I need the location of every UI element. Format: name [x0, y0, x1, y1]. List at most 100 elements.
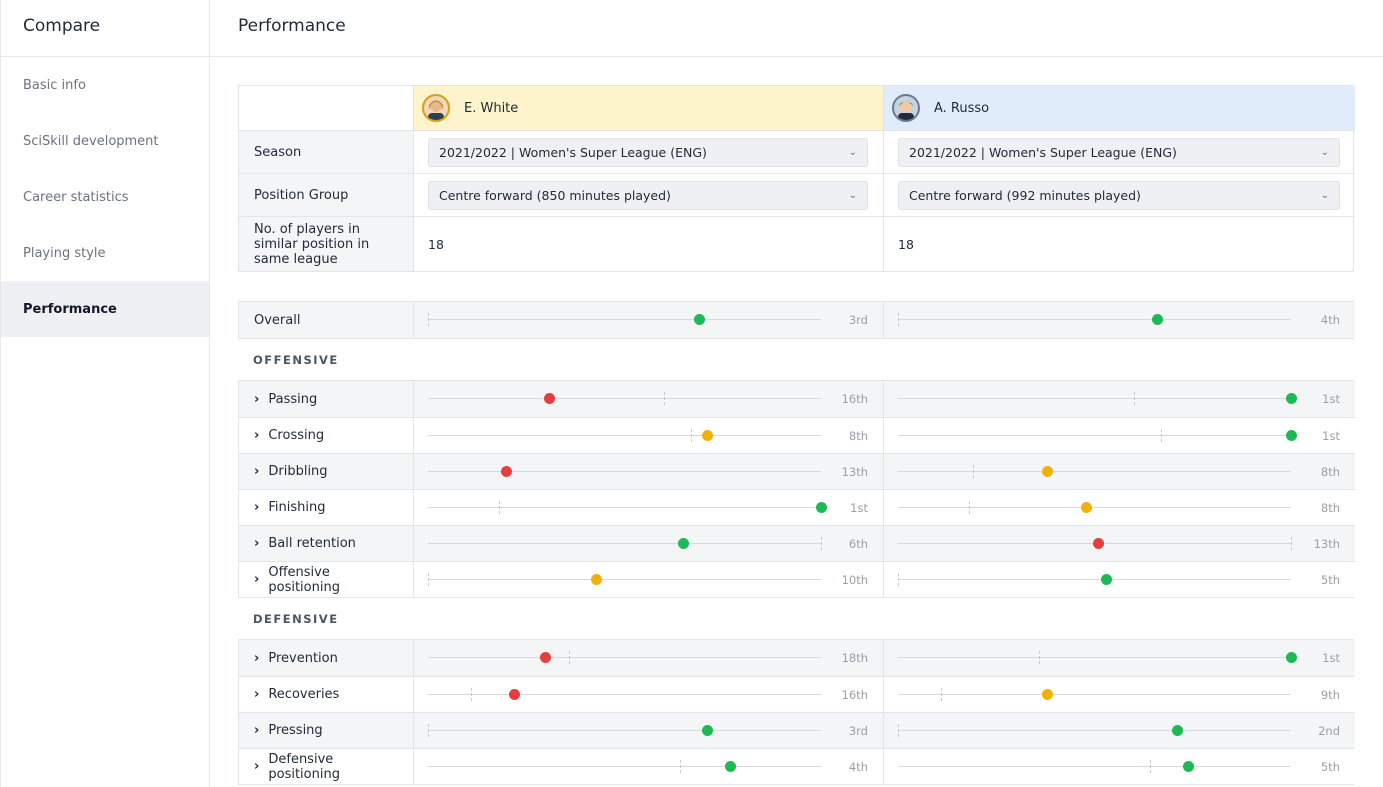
- season-label: Season: [239, 130, 414, 173]
- reference-marker: [1039, 651, 1041, 664]
- reference-marker: [1149, 760, 1151, 773]
- season-value: 2021/2022 | Women's Super League (ENG): [909, 144, 1177, 160]
- percentile-dot: [1041, 689, 1053, 700]
- position-group-value: Centre forward (992 minutes played): [909, 187, 1141, 203]
- reference-marker: [941, 688, 943, 701]
- percentile-track: [428, 730, 821, 731]
- percentile-dot: [1041, 466, 1053, 477]
- player-count-label: No. of players in similar position in sa…: [239, 216, 414, 271]
- percentile-track: [428, 507, 821, 508]
- percentile-dot: [1171, 725, 1183, 736]
- position-group-label: Position Group: [239, 173, 414, 216]
- chevron-right-icon: ›: [254, 428, 260, 443]
- metric-label: Passing: [268, 391, 318, 407]
- sidebar-item-playing-style[interactable]: Playing style: [1, 225, 209, 281]
- rank-label: 3rd: [848, 723, 868, 738]
- percentile-dot: [1081, 502, 1093, 513]
- player-header-2[interactable]: A. Russo: [884, 86, 1355, 130]
- percentile-dot: [1183, 761, 1195, 772]
- metric-row-finishing[interactable]: › Finishing: [239, 489, 414, 525]
- season-value: 2021/2022 | Women's Super League (ENG): [439, 144, 707, 160]
- metric-row-defensive-positioning[interactable]: › Defensive positioning: [239, 748, 414, 784]
- metric-bar-cell: 4th: [414, 748, 884, 784]
- metric-label: Recoveries: [268, 687, 340, 702]
- chevron-down-icon: ⌄: [1320, 146, 1329, 158]
- reference-marker: [1291, 537, 1292, 550]
- metric-bar-cell: 1st: [414, 489, 884, 525]
- offensive-section-title: OFFENSIVE: [253, 352, 339, 367]
- sidebar-item-sciskill-development[interactable]: SciSkill development: [1, 113, 209, 169]
- rank-label: 16th: [841, 391, 868, 406]
- season-select[interactable]: 2021/2022 | Women's Super League (ENG) ⌄: [898, 137, 1340, 167]
- sidebar: Compare Basic info SciSkill development …: [0, 0, 210, 787]
- position-group-select[interactable]: Centre forward (850 minutes played) ⌄: [428, 180, 868, 210]
- percentile-dot: [1285, 430, 1297, 441]
- percentile-dot: [1285, 652, 1297, 663]
- sidebar-item-career-statistics[interactable]: Career statistics: [1, 169, 209, 225]
- chevron-down-icon: ⌄: [1320, 189, 1329, 201]
- reference-marker: [663, 392, 665, 405]
- metric-bar-cell: 16th: [414, 381, 884, 417]
- reference-marker: [1161, 429, 1163, 442]
- sidebar-item-performance[interactable]: Performance: [1, 281, 209, 337]
- metric-bar-cell: 5th: [884, 748, 1355, 784]
- percentile-track: [898, 694, 1291, 695]
- percentile-track: [898, 319, 1291, 320]
- defensive-metrics-table: › Prevention 18th 1st › Recoveries 16th 9th › Pre…: [238, 639, 1355, 785]
- player-name: A. Russo: [934, 100, 990, 116]
- metric-label: Offensive positioning: [268, 564, 340, 595]
- metric-row-recoveries[interactable]: › Recoveries: [239, 676, 414, 712]
- metric-bar-cell: 16th: [414, 676, 884, 712]
- percentile-track: [428, 319, 821, 320]
- percentile-track: [428, 657, 821, 658]
- player-header-1[interactable]: E. White: [414, 86, 884, 130]
- reference-marker: [1133, 392, 1135, 405]
- percentile-dot: [508, 689, 520, 700]
- metric-label: Finishing: [268, 500, 326, 515]
- sidebar-item-basic-info[interactable]: Basic info: [1, 57, 209, 113]
- chevron-right-icon: ›: [254, 572, 260, 587]
- rank-label: 16th: [841, 687, 868, 702]
- percentile-dot: [540, 652, 552, 663]
- metric-row-prevention[interactable]: › Prevention: [239, 640, 414, 676]
- player-avatar-icon: [892, 94, 920, 122]
- metric-row-pressing[interactable]: › Pressing: [239, 712, 414, 748]
- metric-label: Prevention: [268, 650, 338, 666]
- rank-label: 3rd: [848, 312, 868, 327]
- chevron-down-icon: ⌄: [848, 189, 857, 201]
- metric-bar-cell: 3rd: [414, 302, 884, 338]
- chevron-right-icon: ›: [254, 536, 260, 551]
- percentile-track: [898, 579, 1291, 580]
- metric-row-dribbling[interactable]: › Dribbling: [239, 453, 414, 489]
- metric-row-offensive-positioning[interactable]: › Offensive positioning: [239, 561, 414, 597]
- reference-marker: [471, 688, 473, 701]
- percentile-track: [898, 766, 1291, 767]
- rank-label: 1st: [850, 500, 868, 515]
- percentile-track: [898, 507, 1291, 508]
- percentile-dot: [1151, 314, 1163, 325]
- chevron-right-icon: ›: [254, 723, 260, 738]
- metric-row-crossing[interactable]: › Crossing: [239, 417, 414, 453]
- position-group-value: Centre forward (850 minutes played): [439, 187, 671, 203]
- metric-bar-cell: 9th: [884, 676, 1355, 712]
- percentile-dot: [701, 725, 713, 736]
- reference-marker: [821, 537, 822, 550]
- reference-marker: [428, 313, 429, 326]
- metric-bar-cell: 10th: [414, 561, 884, 597]
- metric-row-ball-retention[interactable]: › Ball retention: [239, 525, 414, 561]
- percentile-dot: [1092, 538, 1104, 549]
- metric-row-passing[interactable]: › Passing: [239, 381, 414, 417]
- metric-bar-cell: 8th: [884, 489, 1355, 525]
- comparison-panel: E. White A. Russo Season 2021/2022 | Wom…: [238, 85, 1355, 785]
- player-selection-table: E. White A. Russo Season 2021/2022 | Wom…: [238, 85, 1355, 272]
- reference-marker: [972, 465, 974, 478]
- season-cell-2: 2021/2022 | Women's Super League (ENG) ⌄: [884, 130, 1355, 173]
- season-select[interactable]: 2021/2022 | Women's Super League (ENG) ⌄: [428, 137, 868, 167]
- metric-row-overall: Overall: [239, 302, 414, 338]
- position-group-select[interactable]: Centre forward (992 minutes played) ⌄: [898, 180, 1340, 210]
- metric-bar-cell: 4th: [884, 302, 1355, 338]
- metric-bar-cell: 1st: [884, 640, 1355, 676]
- rank-label: 8th: [1320, 500, 1340, 515]
- metric-bar-cell: 2nd: [884, 712, 1355, 748]
- sidebar-title: Compare: [1, 0, 209, 57]
